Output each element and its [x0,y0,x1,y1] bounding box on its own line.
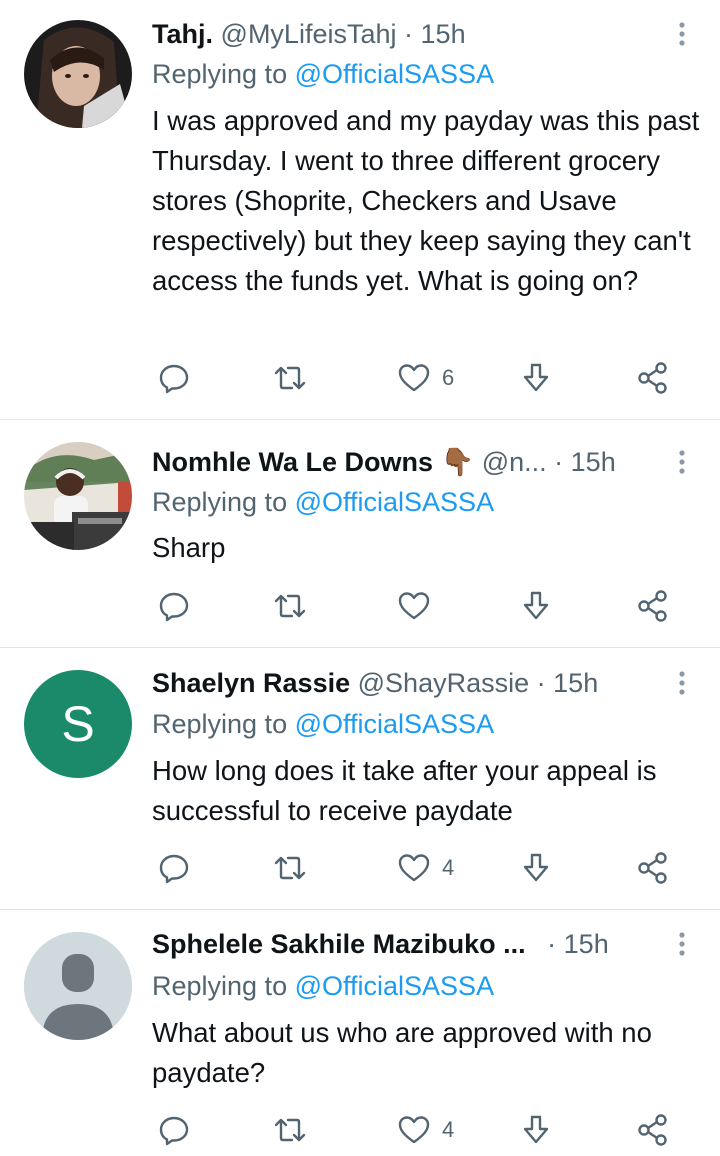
mention-link[interactable]: @OfficialSASSA [295,971,494,1001]
reply-button[interactable] [158,1110,190,1150]
action-bar: 4 [152,1110,682,1150]
author-name[interactable]: Tahj. [152,19,213,49]
more-icon[interactable] [672,665,692,701]
bookmark-arrow-icon [520,590,552,622]
like-count: 6 [442,365,455,390]
share-button[interactable] [636,358,670,398]
like-icon [398,591,430,621]
author-name[interactable]: Sphelele Sakhile Mazibuko ... [152,929,526,959]
reply-icon [158,1114,190,1146]
tweet-2[interactable]: Nomhle Wa Le Downs 👇🏾 @n... · 15h Replyi… [0,420,720,648]
replying-prefix: Replying to [152,709,295,739]
tweet-header: Tahj. @MyLifeisTahj · 15h [152,16,664,52]
bookmark-arrow-icon [520,362,552,394]
timestamp[interactable]: 15h [571,447,616,477]
bookmark-arrow-button[interactable] [520,848,552,888]
action-bar: 4 [152,848,682,888]
reply-button[interactable] [158,358,190,398]
replying-to: Replying to @OfficialSASSA [152,706,494,742]
author-name[interactable]: Nomhle Wa Le Downs [152,447,433,477]
tweet-text: I was approved and my payday was this pa… [152,105,700,296]
mention-link[interactable]: @OfficialSASSA [295,59,494,89]
bookmark-arrow-icon [520,852,552,884]
avatar-nomhle[interactable] [24,442,132,550]
share-button[interactable] [636,1110,670,1150]
separator-dot: · [554,447,564,477]
author-name[interactable]: Shaelyn Rassie [152,668,350,698]
like-icon [398,1115,430,1145]
retweet-button[interactable] [272,848,308,888]
tweet-header: Sphelele Sakhile Mazibuko ... · 15h [152,926,664,962]
reply-button[interactable] [158,586,190,626]
share-icon [636,1113,670,1147]
share-button[interactable] [636,586,670,626]
author-handle[interactable]: @MyLifeisTahj [221,19,397,49]
tweet-4[interactable]: Sphelele Sakhile Mazibuko ... · 15h Repl… [0,910,720,1156]
timestamp[interactable]: 15h [564,929,609,959]
separator-dot: · [536,668,546,698]
like-count: 4 [442,1117,455,1142]
bookmark-arrow-button[interactable] [520,358,552,398]
avatar-shaelyn[interactable]: S [24,670,132,778]
retweet-icon [272,362,308,394]
action-bar [152,586,682,626]
action-bar: 6 [152,358,682,398]
author-handle[interactable]: @n... [482,447,547,477]
avatar-default[interactable] [24,932,132,1040]
like-count: 4 [442,855,455,880]
tweet-3[interactable]: S Shaelyn Rassie @ShayRassie · 15h Reply… [0,648,720,910]
like-button[interactable]: 4 [398,848,454,888]
avatar-tahj[interactable] [24,20,132,128]
share-button[interactable] [636,848,670,888]
retweet-button[interactable] [272,1110,308,1150]
tweet-text: How long does it take after your appeal … [152,755,657,826]
timestamp[interactable]: 15h [421,19,466,49]
tweet-header: Nomhle Wa Le Downs 👇🏾 @n... · 15h [152,444,664,480]
mention-link[interactable]: @OfficialSASSA [295,487,494,517]
like-button[interactable] [398,586,430,626]
mention-link[interactable]: @OfficialSASSA [295,709,494,739]
tweet-text: Sharp [152,532,226,563]
avatar-letter: S [61,696,95,752]
reply-icon [158,852,190,884]
reply-icon [158,362,190,394]
more-icon[interactable] [672,16,692,52]
like-icon [398,853,430,883]
replying-to: Replying to @OfficialSASSA [152,968,494,1004]
more-icon[interactable] [672,444,692,480]
reply-feed: Tahj. @MyLifeisTahj · 15h Replying to @O… [0,0,720,1156]
tweet-1[interactable]: Tahj. @MyLifeisTahj · 15h Replying to @O… [0,0,720,420]
bookmark-arrow-button[interactable] [520,1110,552,1150]
retweet-icon [272,852,308,884]
share-icon [636,361,670,395]
like-button[interactable]: 4 [398,1110,454,1150]
retweet-button[interactable] [272,358,308,398]
reply-icon [158,590,190,622]
replying-to: Replying to @OfficialSASSA [152,484,494,520]
replying-to: Replying to @OfficialSASSA [152,56,494,92]
replying-prefix: Replying to [152,487,295,517]
replying-prefix: Replying to [152,971,295,1001]
retweet-icon [272,1114,308,1146]
bookmark-arrow-icon [520,1114,552,1146]
reply-button[interactable] [158,848,190,888]
like-icon [398,363,430,393]
replying-prefix: Replying to [152,59,295,89]
tweet-header: Shaelyn Rassie @ShayRassie · 15h [152,665,664,701]
share-icon [636,589,670,623]
separator-dot: · [547,929,557,959]
like-button[interactable]: 6 [398,358,454,398]
more-icon[interactable] [672,926,692,962]
retweet-icon [272,590,308,622]
tweet-text: What about us who are approved with no p… [152,1017,652,1088]
retweet-button[interactable] [272,586,308,626]
share-icon [636,851,670,885]
timestamp[interactable]: 15h [553,668,598,698]
author-handle[interactable]: @ShayRassie [358,668,529,698]
bookmark-arrow-button[interactable] [520,586,552,626]
pointing-down-emoji: 👇🏾 [440,447,475,477]
separator-dot: · [404,19,414,49]
